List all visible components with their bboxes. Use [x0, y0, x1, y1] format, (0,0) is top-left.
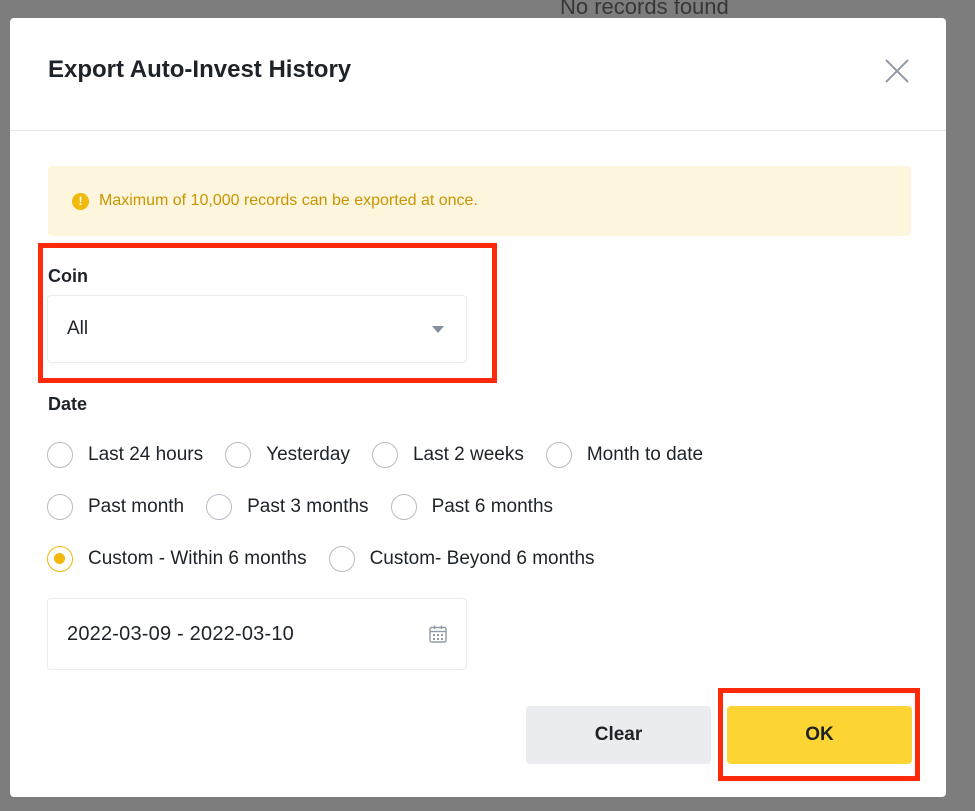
radio-label: Month to date	[586, 444, 704, 465]
ok-button[interactable]: OK	[727, 706, 912, 764]
record-limit-notice: ! Maximum of 10,000 records can be expor…	[48, 166, 911, 236]
coin-select-value: All	[67, 318, 89, 339]
date-options-row-2: Past month Past 3 months Past 6 months	[47, 494, 575, 520]
radio-month-to-date[interactable]: Month to date	[545, 442, 704, 468]
radio-past-3-months[interactable]: Past 3 months	[206, 494, 369, 520]
notice-text: Maximum of 10,000 records can be exporte…	[99, 192, 478, 209]
radio-circle[interactable]	[390, 494, 417, 520]
radio-label: Past 3 months	[247, 496, 369, 517]
radio-label: Yesterday	[266, 444, 350, 465]
radio-last-24-hours[interactable]: Last 24 hours	[47, 442, 203, 468]
radio-circle[interactable]	[371, 442, 398, 468]
radio-label: Past month	[88, 496, 185, 517]
radio-circle[interactable]	[206, 494, 233, 520]
exclamation-icon: !	[72, 192, 89, 210]
date-range-value: 2022-03-09 - 2022-03-10	[67, 622, 294, 645]
radio-past-6-months[interactable]: Past 6 months	[390, 494, 554, 520]
radio-label: Last 24 hours	[88, 444, 204, 465]
date-options-row-1: Last 24 hours Yesterday Last 2 weeks Mon…	[47, 442, 725, 468]
radio-circle[interactable]	[328, 546, 355, 572]
close-icon[interactable]	[882, 56, 912, 86]
radio-label: Custom - Within 6 months	[88, 548, 307, 569]
radio-circle[interactable]	[47, 494, 73, 520]
radio-past-month[interactable]: Past month	[47, 494, 184, 520]
radio-circle[interactable]	[225, 442, 252, 468]
radio-circle[interactable]	[47, 442, 73, 468]
date-label: Date	[48, 394, 88, 414]
dialog-title: Export Auto-Invest History	[48, 56, 352, 83]
radio-label: Custom- Beyond 6 months	[369, 548, 595, 569]
date-options-row-3: Custom - Within 6 months Custom- Beyond …	[47, 546, 617, 572]
calendar-icon[interactable]	[428, 624, 448, 644]
radio-label: Past 6 months	[431, 496, 554, 517]
radio-circle[interactable]	[545, 442, 572, 468]
radio-yesterday[interactable]: Yesterday	[225, 442, 350, 468]
coin-select[interactable]: All	[47, 295, 467, 363]
date-range-input[interactable]: 2022-03-09 - 2022-03-10	[47, 598, 467, 670]
radio-custom-within-6-months[interactable]: Custom - Within 6 months	[47, 546, 307, 572]
radio-last-2-weeks[interactable]: Last 2 weeks	[371, 442, 524, 468]
radio-circle-selected[interactable]	[47, 546, 73, 572]
radio-custom-beyond-6-months[interactable]: Custom- Beyond 6 months	[328, 546, 595, 572]
clear-button[interactable]: Clear	[526, 706, 711, 764]
caret-down-icon	[432, 325, 444, 333]
dialog-header: Export Auto-Invest History	[10, 18, 946, 131]
export-dialog: Export Auto-Invest History ! Maximum of …	[10, 18, 946, 797]
radio-label: Last 2 weeks	[412, 444, 524, 465]
background-empty-text: No records found	[560, 0, 729, 19]
coin-label: Coin	[48, 266, 88, 286]
